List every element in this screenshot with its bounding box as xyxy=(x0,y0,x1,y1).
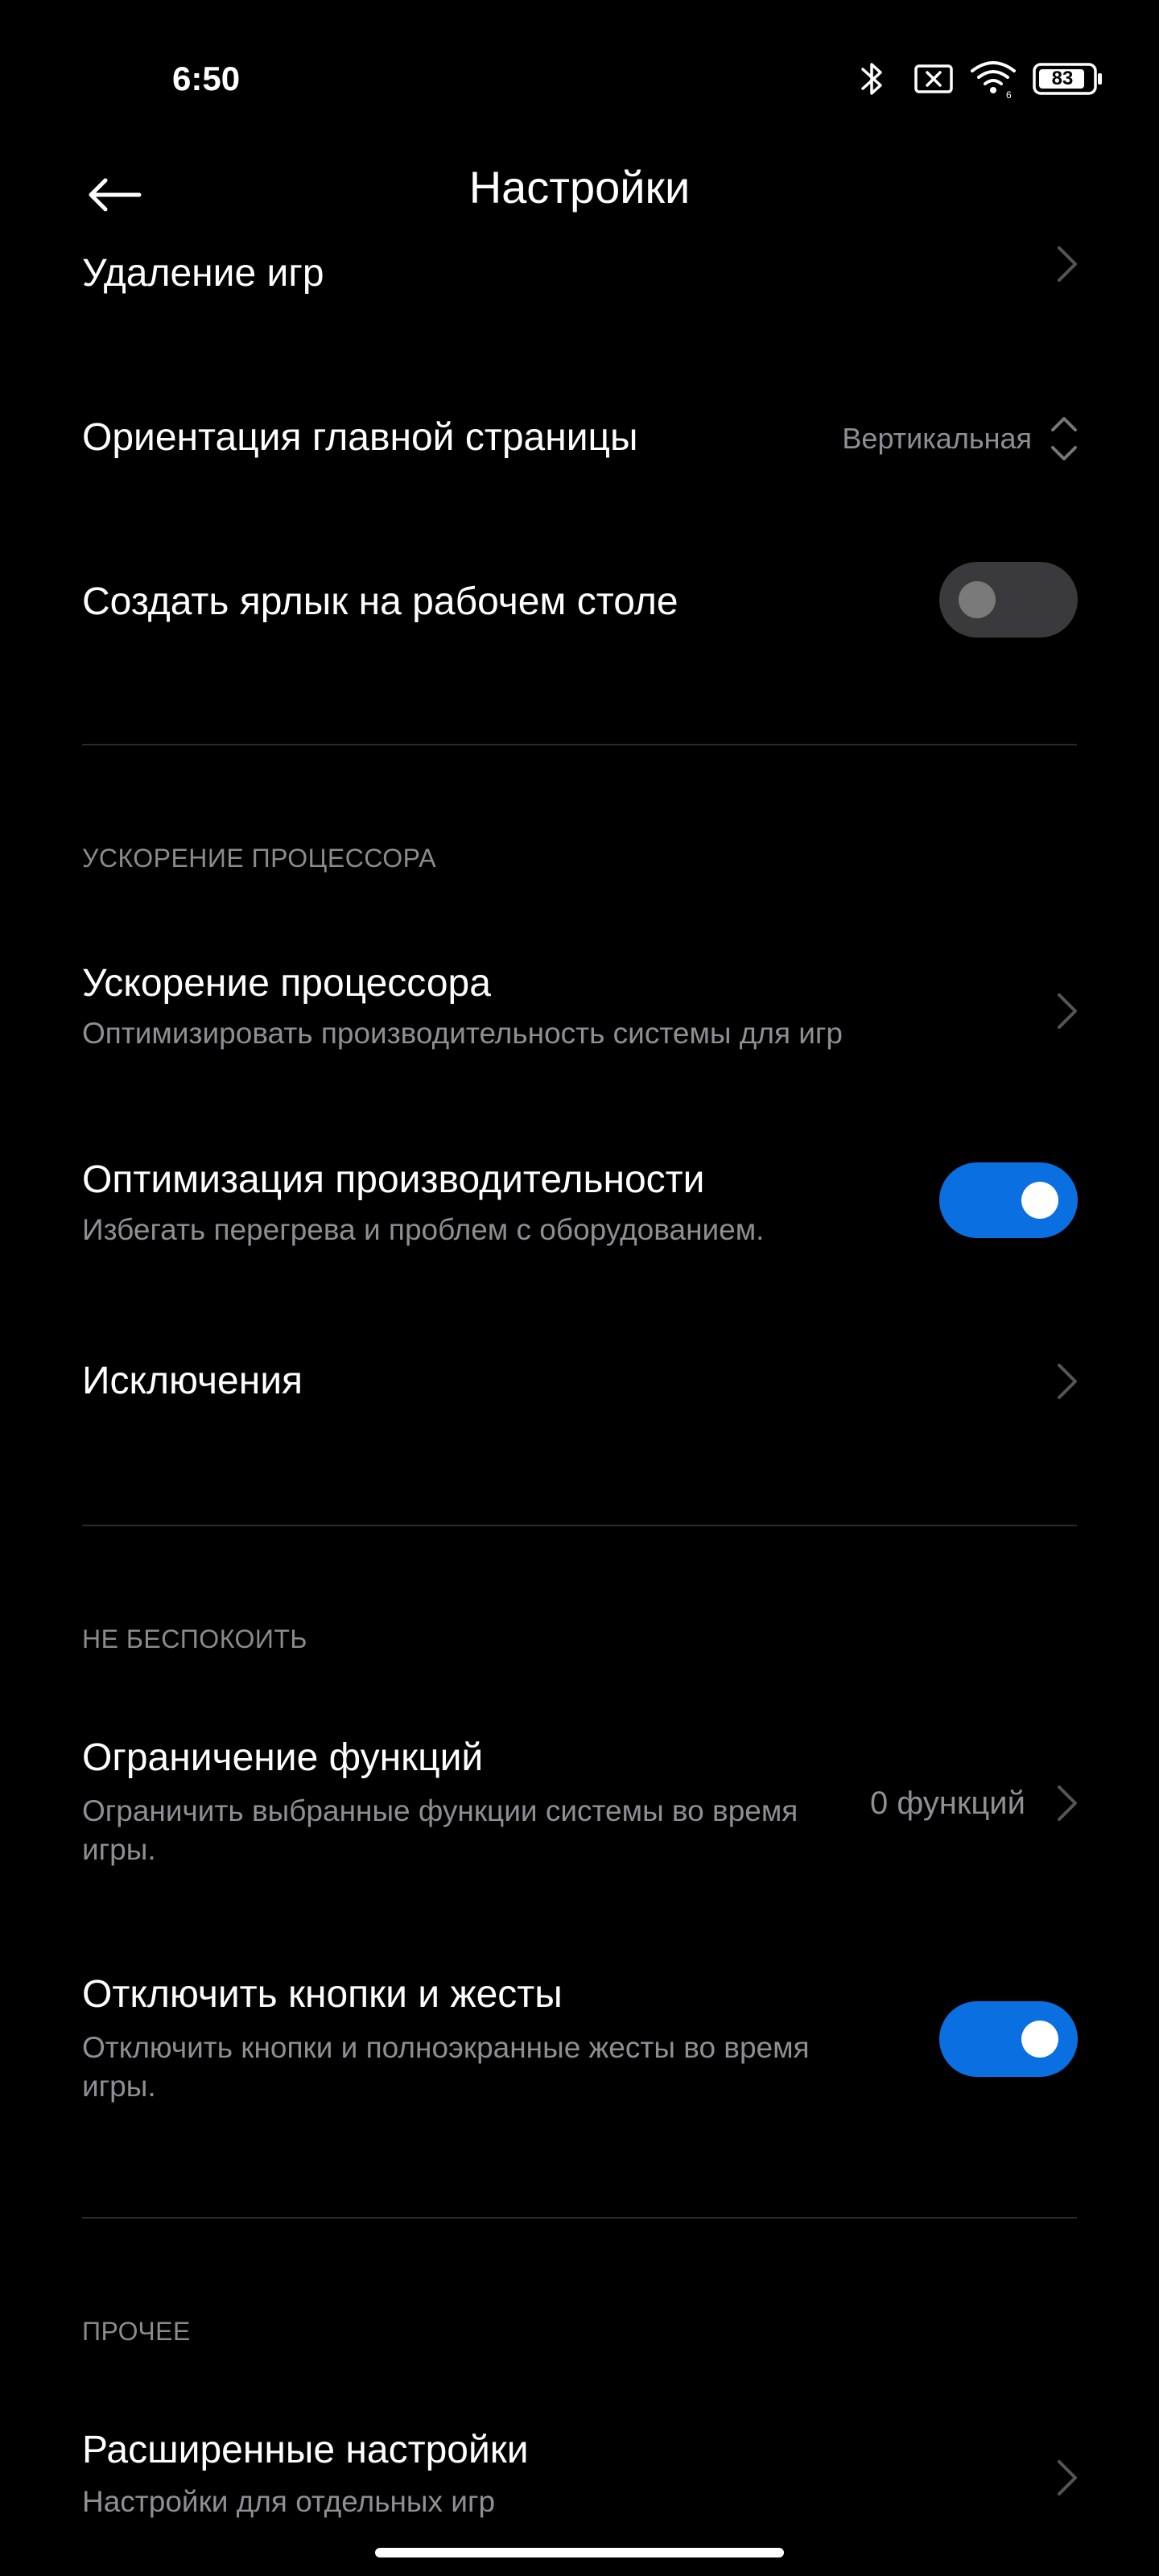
chevron-up-down-icon xyxy=(1051,417,1077,460)
shortcut-toggle[interactable] xyxy=(939,562,1078,638)
divider xyxy=(82,744,1077,745)
perf-toggle[interactable] xyxy=(939,1162,1078,1238)
shortcut-label: Создать ярлык на рабочем столе xyxy=(82,580,678,623)
page-title: Настройки xyxy=(468,162,691,213)
section-header-dnd: НЕ БЕСПОКОИТЬ xyxy=(82,1624,307,1653)
gestures-toggle[interactable] xyxy=(939,2001,1078,2077)
orientation-label: Ориентация главной страницы xyxy=(82,416,638,459)
chevron-right-icon xyxy=(1058,246,1077,282)
chevron-right-icon xyxy=(1058,1785,1077,1821)
limit-functions-sub: Ограничить выбранные функции системы во … xyxy=(82,1794,798,1866)
section-header-cpu: УСКОРЕНИЕ ПРОЦЕССОРА xyxy=(82,844,437,873)
toggle-knob xyxy=(1021,1182,1058,1219)
toggle-knob xyxy=(1021,2021,1058,2058)
svg-text:6: 6 xyxy=(1006,89,1012,101)
wifi-icon: 6 xyxy=(969,56,1017,105)
divider xyxy=(82,1525,1077,1526)
orientation-row[interactable]: Ориентация главной страницы Вертикальная xyxy=(0,394,1159,483)
chevron-right-icon xyxy=(1058,993,1077,1029)
advanced-settings-label: Расширенные настройки xyxy=(82,2429,529,2471)
limit-functions-label: Ограничение функций xyxy=(82,1736,484,1779)
limit-functions-value: 0 функций xyxy=(869,1785,1025,1821)
limit-functions-row[interactable]: Ограничение функций Ограничить выбранные… xyxy=(0,1736,1159,1897)
advanced-settings-sub: Настройки для отдельных игр xyxy=(82,2485,496,2518)
gestures-row: Отключить кнопки и жесты Отключить кнопк… xyxy=(0,1972,1159,2133)
status-time: 6:50 xyxy=(172,60,241,97)
advanced-settings-row[interactable]: Расширенные настройки Настройки для отде… xyxy=(0,2428,1159,2549)
perf-row: Оптимизация производительности Избегать … xyxy=(0,1146,1159,1267)
orientation-value: Вертикальная xyxy=(842,422,1032,455)
chevron-right-icon xyxy=(1058,1364,1077,1399)
cpu-boost-sub: Оптимизировать производительность систем… xyxy=(82,1017,843,1050)
home-indicator[interactable] xyxy=(375,2548,784,2557)
exceptions-label: Исключения xyxy=(82,1360,303,1402)
no-sim-icon xyxy=(913,56,956,105)
perf-label: Оптимизация производительности xyxy=(82,1158,705,1201)
exceptions-row[interactable]: Исключения xyxy=(0,1336,1159,1425)
chevron-right-icon xyxy=(1058,2460,1077,2496)
remove-games-label: Удаление игр xyxy=(82,252,324,295)
gestures-label: Отключить кнопки и жесты xyxy=(82,1973,563,2016)
gestures-sub: Отключить кнопки и полноэкранные жесты в… xyxy=(82,2031,810,2103)
cpu-boost-label: Ускорение процессора xyxy=(82,962,491,1005)
bluetooth-icon xyxy=(860,56,884,105)
remove-games-row[interactable]: Удаление игр xyxy=(0,242,1159,299)
toggle-knob xyxy=(959,581,996,618)
section-header-other: ПРОЧЕЕ xyxy=(82,2317,191,2346)
shortcut-row: Создать ярлык на рабочем столе xyxy=(0,555,1159,644)
perf-sub: Избегать перегрева и проблем с оборудова… xyxy=(82,1213,765,1246)
battery-level: 83 xyxy=(1051,68,1074,89)
battery-icon: 83 xyxy=(1032,56,1104,105)
cpu-boost-row[interactable]: Ускорение процессора Оптимизировать прои… xyxy=(0,950,1159,1071)
divider xyxy=(82,2217,1077,2219)
